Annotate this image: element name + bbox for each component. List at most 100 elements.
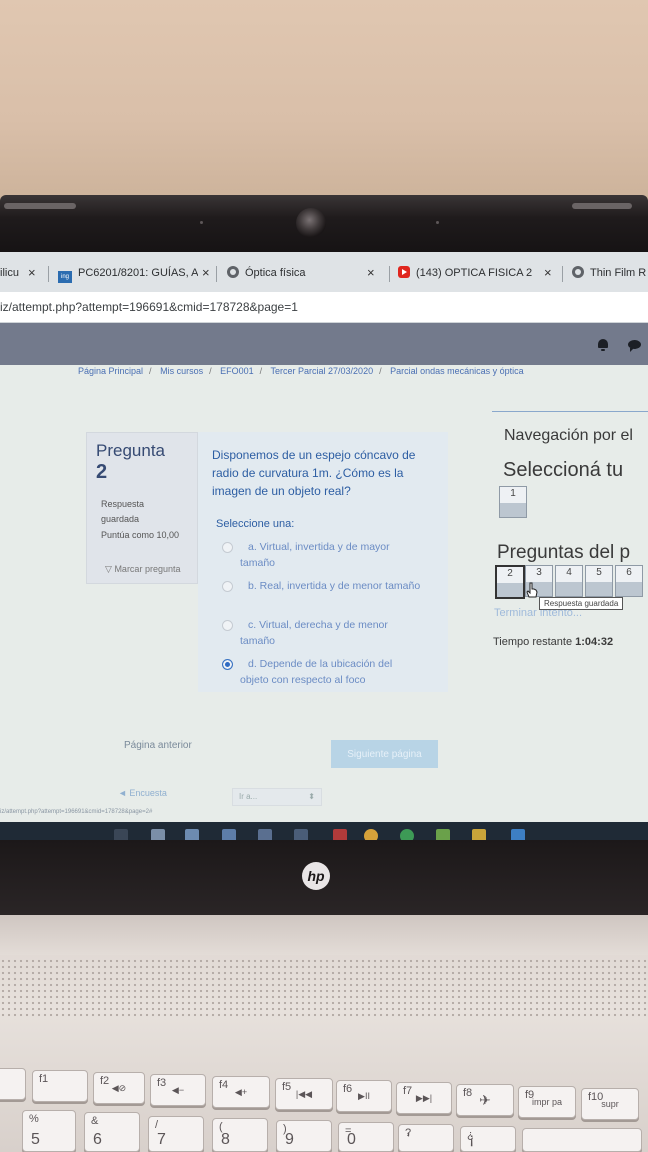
- tooltip: Respuesta guardada: [539, 597, 624, 610]
- chevron-down-icon: ⬍: [308, 792, 315, 801]
- keyboard-key: [0, 1068, 26, 1100]
- tab-title: PC6201/8201: GUÍAS, A: [78, 267, 199, 279]
- previous-track-icon: |◀◀: [295, 1089, 313, 1099]
- bell-icon[interactable]: [597, 339, 609, 351]
- question-nav-label: 6: [626, 567, 632, 578]
- next-page-button[interactable]: Siguiente página: [331, 740, 438, 768]
- speaker-icon: ◀⊘: [111, 1083, 127, 1093]
- keyboard-key: & 6: [84, 1112, 140, 1152]
- flag-icon: ▽: [105, 564, 112, 574]
- url-text[interactable]: iz/attempt.php?attempt=196691&cmid=17872…: [0, 300, 298, 314]
- time-remaining: Tiempo restante 1:04:32: [493, 636, 613, 648]
- question-nav-button[interactable]: 6: [615, 565, 643, 597]
- play-pause-key: f6 ▶II: [336, 1080, 392, 1112]
- airplane-key: f8 ✈: [456, 1084, 514, 1116]
- question-nav-label: 4: [566, 567, 572, 578]
- ing-icon: ing: [58, 271, 72, 283]
- question-nav-state: [500, 503, 526, 517]
- volume-up-icon: ◀+: [234, 1087, 248, 1097]
- tab-title: Thin Film R: [590, 267, 647, 279]
- browser-tab[interactable]: (143) OPTICA FISICA 2 ×: [398, 262, 554, 284]
- question-nav-state: [616, 582, 642, 596]
- question-nav-button[interactable]: 5: [585, 565, 613, 597]
- breadcrumb-item[interactable]: Página Principal: [78, 366, 143, 376]
- answer-option[interactable]: d. Depende de la ubicación del objeto co…: [222, 656, 422, 688]
- hp-logo: hp: [302, 862, 330, 890]
- browser-tab[interactable]: ing PC6201/8201: GUÍAS, A ×: [58, 262, 210, 284]
- chat-icon[interactable]: [628, 339, 641, 352]
- airplane-icon: ✈: [479, 1092, 491, 1108]
- tab-separator: [389, 266, 390, 282]
- question-nav-button[interactable]: 4: [555, 565, 583, 597]
- answer-option[interactable]: c. Virtual, derecha y de menor tamaño: [222, 617, 422, 649]
- radio-button-selected[interactable]: [222, 659, 233, 670]
- prev-track-key: f5 |◀◀: [275, 1078, 333, 1110]
- flag-label: Marcar pregunta: [114, 564, 181, 574]
- browser-tab[interactable]: Óptica física ×: [227, 262, 382, 284]
- question-state: Respuesta guardada: [101, 499, 145, 524]
- close-icon[interactable]: ×: [367, 262, 375, 284]
- address-bar[interactable]: iz/attempt.php?attempt=196691&cmid=17872…: [0, 292, 648, 323]
- question-nav-label: 5: [596, 567, 602, 578]
- question-nav-label: 3: [536, 567, 542, 578]
- breadcrumb-item[interactable]: Mis cursos: [160, 366, 203, 376]
- answer-option[interactable]: b. Real, invertida y de menor tamaño: [222, 578, 422, 594]
- tab-separator: [48, 266, 49, 282]
- next-track-key: f7 ▶▶|: [396, 1082, 452, 1114]
- question-nav-button[interactable]: 1: [499, 486, 527, 518]
- site-header: [0, 323, 648, 365]
- bezel-sensor: [200, 221, 203, 224]
- answer-option[interactable]: a. Virtual, invertida y de mayor tamaño: [222, 539, 422, 571]
- question-nav-label: 1: [510, 488, 516, 499]
- browser-tab-bar: ilicu × ing PC6201/8201: GUÍAS, A × Óptic…: [0, 252, 648, 292]
- keyboard-key: /7: [148, 1116, 204, 1152]
- keyboard-key: = 0: [338, 1122, 394, 1152]
- time-value: 1:04:32: [575, 636, 614, 648]
- back-link[interactable]: ◄ Encuesta: [118, 788, 167, 798]
- jump-to-select[interactable]: Ir a... ⬍: [232, 788, 322, 806]
- answer-label: a. Virtual, invertida y de mayor tamaño: [240, 541, 390, 569]
- close-icon[interactable]: ×: [28, 262, 36, 284]
- breadcrumb-item[interactable]: Tercer Parcial 27/03/2020: [271, 366, 374, 376]
- radio-button[interactable]: [222, 620, 233, 631]
- breadcrumb-item[interactable]: Parcial ondas mecánicas y óptica: [390, 366, 524, 376]
- question-heading: Pregunta: [96, 441, 165, 460]
- volume-down-key: f3 ◀−: [150, 1074, 206, 1106]
- next-track-icon: ▶▶|: [415, 1093, 433, 1103]
- time-label: Tiempo restante: [493, 636, 573, 648]
- question-nav-button-current[interactable]: 2: [495, 565, 525, 599]
- answer-label: c. Virtual, derecha y de menor tamaño: [240, 619, 388, 647]
- close-icon[interactable]: ×: [198, 262, 210, 284]
- tab-title: Óptica física: [245, 267, 306, 279]
- question-nav-label: 2: [507, 568, 513, 579]
- keyboard-key: f1: [32, 1070, 88, 1102]
- answer-label: b. Real, invertida y de menor tamaño: [248, 580, 421, 592]
- browser-tab[interactable]: ilicu ×: [0, 262, 40, 284]
- radio-button[interactable]: [222, 581, 233, 592]
- keyboard-key: ) 9: [276, 1120, 332, 1152]
- question-info-box: Pregunta 2 Respuesta guardada Puntúa com…: [86, 432, 198, 584]
- globe-icon: [572, 266, 584, 278]
- brightness-key: f2 ◀⊘: [93, 1072, 145, 1104]
- quiz-nav-questions-heading: Preguntas del p: [497, 542, 631, 563]
- delete-key: f10 supr: [581, 1088, 639, 1120]
- breadcrumb-item[interactable]: EFO001: [220, 366, 254, 376]
- quiz-nav-title: Navegación por el: [504, 427, 633, 444]
- tab-separator: [216, 266, 217, 282]
- laptop-screen: ilicu × ing PC6201/8201: GUÍAS, A × Óptic…: [0, 252, 648, 850]
- flag-question-link[interactable]: ▽ Marcar pregunta: [105, 563, 180, 575]
- volume-up-key: f4 ◀+: [212, 1076, 270, 1108]
- question-text: Disponemos de un espejo cóncavo de radio…: [212, 448, 416, 498]
- globe-icon: [227, 266, 239, 278]
- question-nav-state: [497, 583, 523, 597]
- keyboard-key: (8: [212, 1118, 268, 1152]
- play-pause-icon: ▶II: [358, 1091, 370, 1101]
- jump-placeholder: Ir a...: [239, 792, 258, 801]
- nav-divider: [492, 411, 648, 412]
- previous-page-button[interactable]: Página anterior: [124, 740, 192, 751]
- radio-button[interactable]: [222, 542, 233, 553]
- bezel-rubber-right: [572, 203, 632, 209]
- browser-tab[interactable]: Thin Film R: [572, 262, 648, 284]
- question-nav-state: [556, 582, 582, 596]
- close-icon[interactable]: ×: [540, 262, 552, 284]
